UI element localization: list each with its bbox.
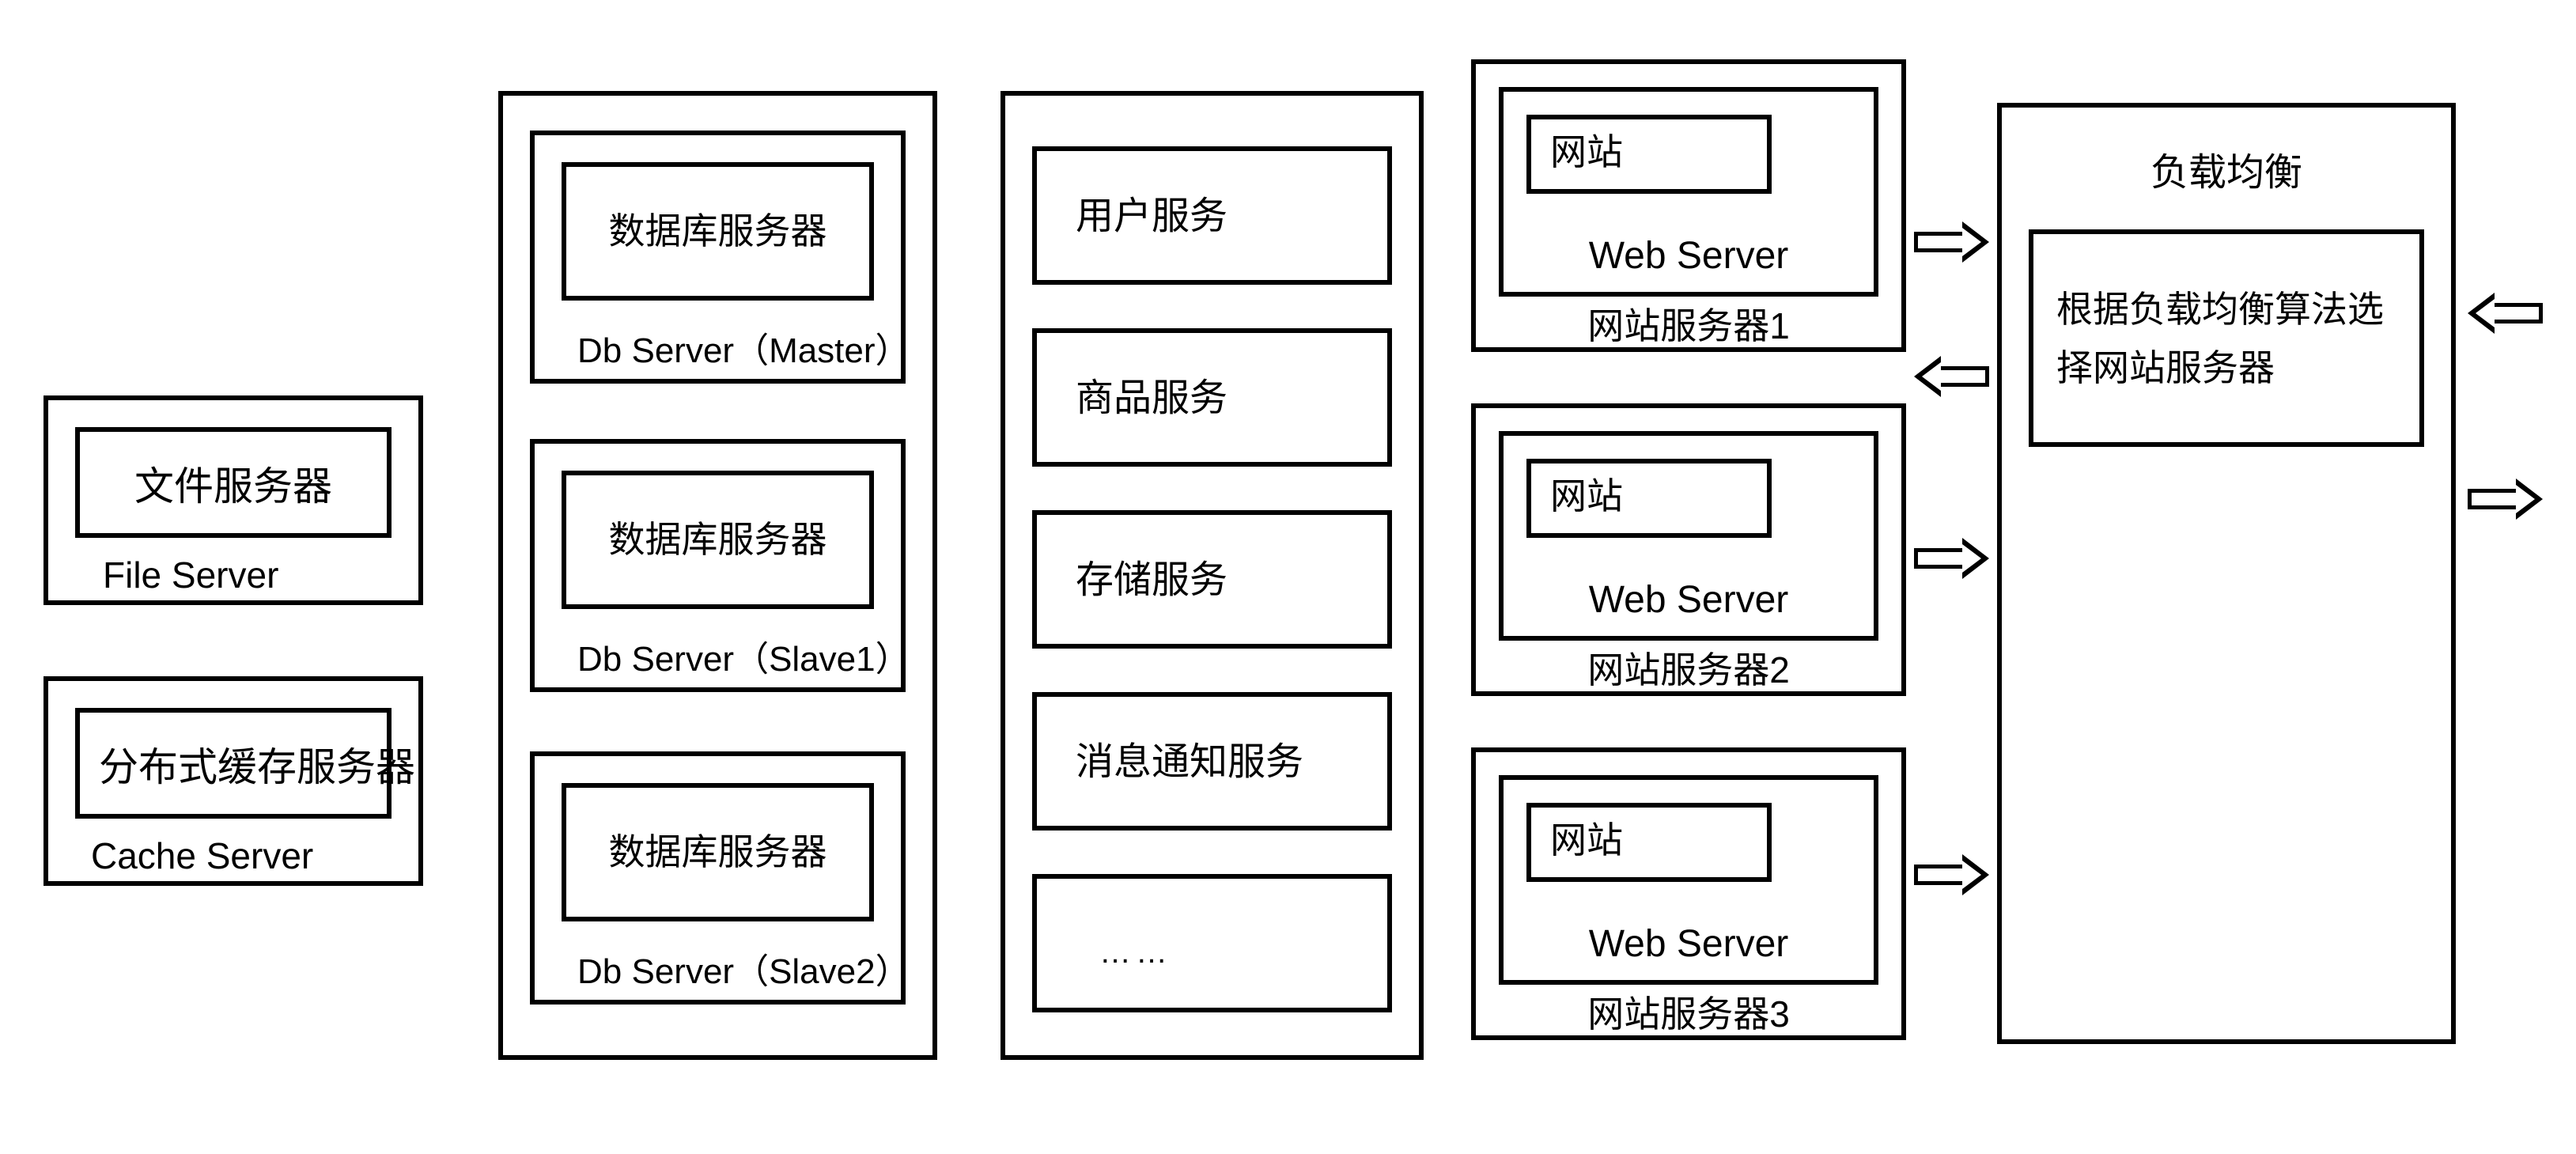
arrow-web2-to-lb — [1914, 538, 1989, 579]
svc5-label: …… — [1099, 933, 1172, 971]
file-server-zh: 文件服务器 — [134, 463, 332, 510]
web1-label: 网站服务器1 — [1471, 305, 1906, 348]
lb-title: 负载均衡 — [1997, 150, 2456, 196]
arrow-web3-to-lb — [1914, 854, 1989, 895]
cache-server-en: Cache Server — [91, 834, 313, 878]
svc5-box — [1032, 874, 1392, 1012]
web2-en: Web Server — [1499, 577, 1878, 623]
lb-desc: 根据负载均衡算法选择网站服务器 — [2056, 281, 2396, 397]
db-master-inner-zh: 数据库服务器 — [562, 210, 874, 253]
arrow-lb-to-web2 — [1914, 356, 1989, 397]
svc1-label: 用户服务 — [1076, 194, 1227, 240]
web3-site-zh: 网站 — [1550, 819, 1623, 862]
db-slave2-inner-zh: 数据库服务器 — [562, 831, 874, 874]
arrow-external-out — [2468, 479, 2543, 520]
arrow-external-in — [2468, 293, 2543, 334]
cache-server-zh: 分布式缓存服务器 — [99, 743, 415, 791]
arrow-web1-to-lb — [1914, 221, 1989, 263]
svc3-label: 存储服务 — [1076, 558, 1227, 603]
svc2-label: 商品服务 — [1076, 376, 1227, 422]
svc4-label: 消息通知服务 — [1076, 740, 1303, 785]
diagram-root: 文件服务器 File Server 分布式缓存服务器 Cache Server … — [0, 0, 2576, 1154]
web1-en: Web Server — [1499, 233, 1878, 279]
web3-en: Web Server — [1499, 921, 1878, 967]
file-server-en: File Server — [103, 554, 278, 597]
db-slave1-inner-zh: 数据库服务器 — [562, 518, 874, 562]
db-slave1-label: Db Server（Slave1） — [577, 639, 910, 681]
web2-site-zh: 网站 — [1550, 475, 1623, 518]
web3-label: 网站服务器3 — [1471, 993, 1906, 1036]
db-master-label: Db Server（Master） — [577, 331, 910, 373]
db-slave2-label: Db Server（Slave2） — [577, 952, 910, 993]
web1-site-zh: 网站 — [1550, 131, 1623, 174]
web2-label: 网站服务器2 — [1471, 649, 1906, 692]
